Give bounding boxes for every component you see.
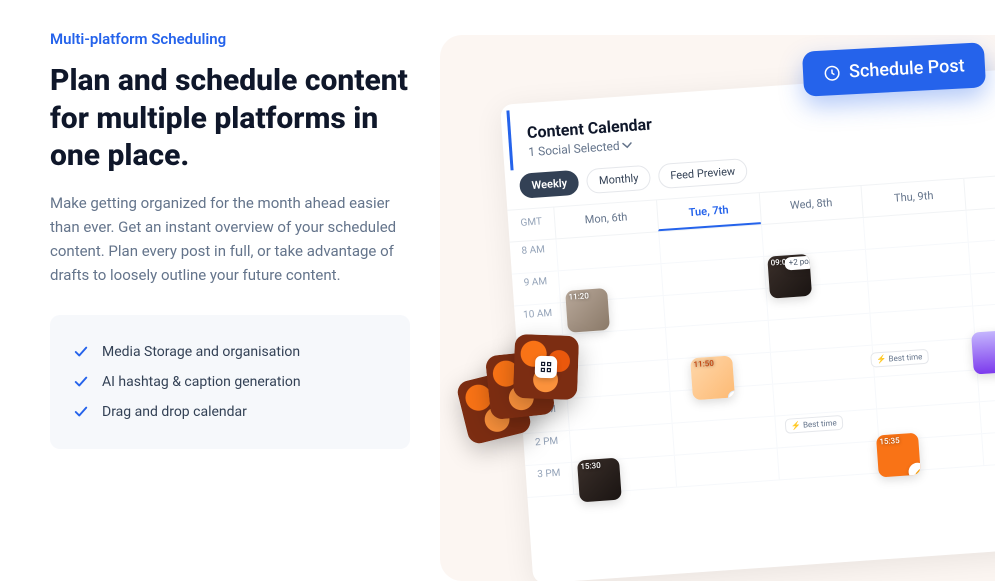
event-time: 15:30	[580, 461, 601, 471]
calendar-event[interactable]: 11:50	[690, 355, 735, 400]
clock-icon	[823, 63, 842, 82]
day-header[interactable]: Fri, 10	[963, 172, 995, 210]
edit-icon[interactable]	[908, 462, 921, 477]
feature-item: Drag and drop calendar	[74, 397, 386, 427]
event-time: 11:50	[693, 359, 714, 369]
feature-list: Media Storage and organisation AI hashta…	[50, 315, 410, 449]
calendar-card: Content Calendar 1 Social Selected Weekl…	[500, 66, 995, 581]
body-text: Make getting organized for the month ahe…	[50, 191, 410, 287]
hour-label: 10 AM	[514, 303, 562, 338]
calendar-stage: Content Calendar 1 Social Selected Weekl…	[440, 35, 995, 581]
headline: Plan and schedule content for multiple p…	[50, 62, 410, 175]
check-icon	[74, 345, 88, 359]
hour-label: 2 PM	[523, 431, 571, 466]
grid-icon	[535, 356, 558, 379]
calendar-event[interactable]: 15:35	[876, 433, 921, 478]
hour-label: 9 AM	[512, 271, 560, 306]
event-time: 15:35	[879, 436, 900, 446]
feature-item: Media Storage and organisation	[74, 337, 386, 367]
timezone-label: GMT	[507, 208, 555, 242]
more-posts-badge[interactable]: +2 posts	[784, 255, 812, 270]
view-tab-feed[interactable]: Feed Preview	[657, 158, 748, 189]
event-time: 11:20	[568, 291, 589, 301]
schedule-post-button[interactable]: Schedule Post	[802, 42, 986, 96]
check-icon	[74, 375, 88, 389]
calendar-event[interactable]: 15:30	[577, 458, 622, 503]
check-icon	[74, 405, 88, 419]
hour-label: 3 PM	[525, 463, 573, 498]
schedule-post-label: Schedule Post	[849, 55, 966, 82]
calendar-event[interactable]: 09:00 +2 posts	[767, 254, 812, 299]
feature-label: Drag and drop calendar	[102, 404, 247, 420]
feature-label: AI hashtag & caption generation	[102, 374, 301, 390]
feature-label: Media Storage and organisation	[102, 344, 300, 360]
feature-item: AI hashtag & caption generation	[74, 367, 386, 397]
hour-label: 8 AM	[510, 239, 558, 274]
view-tab-monthly[interactable]: Monthly	[586, 165, 651, 194]
calendar-event[interactable]: 11:20	[565, 288, 610, 333]
chevron-down-icon	[622, 140, 633, 151]
view-tab-weekly[interactable]: Weekly	[519, 170, 580, 199]
eyebrow-label: Multi-platform Scheduling	[50, 30, 410, 48]
media-thumb[interactable]	[513, 334, 579, 400]
calendar-event[interactable]	[971, 330, 995, 375]
